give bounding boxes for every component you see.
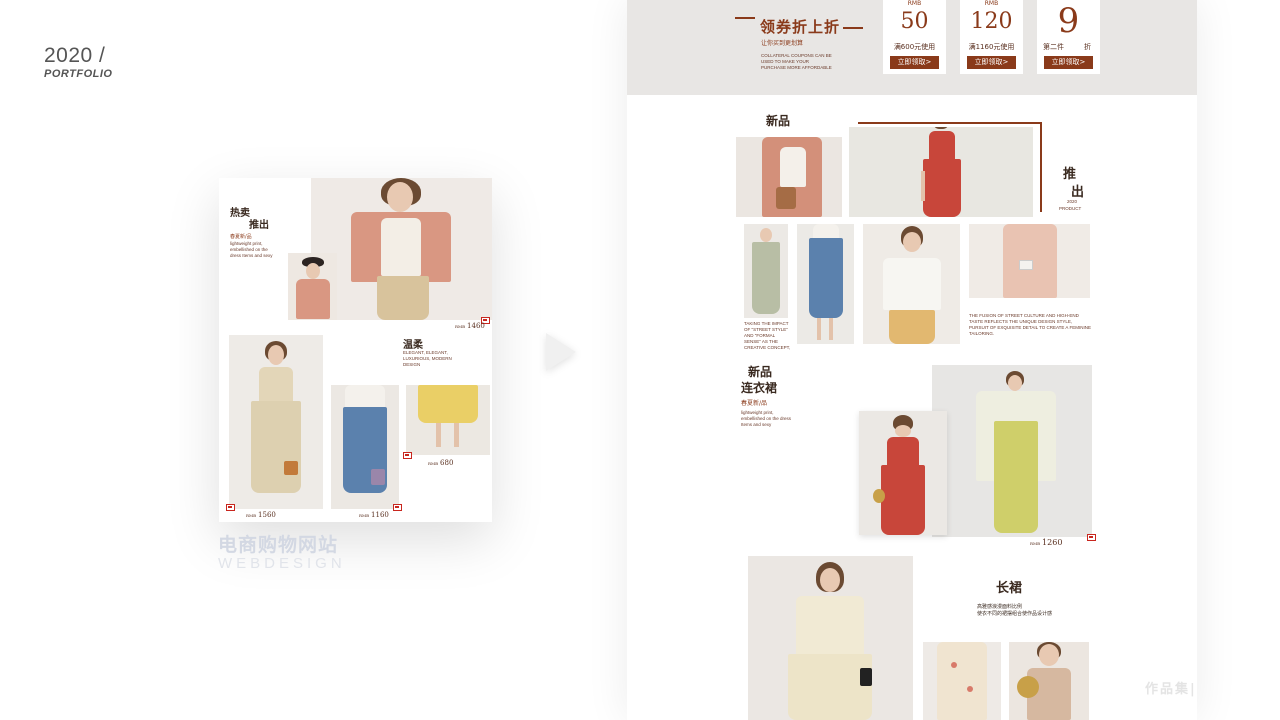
linen-dress-image: [229, 335, 323, 509]
price-3: RMB 1560: [246, 511, 276, 519]
watermark: 作品集|: [1145, 682, 1197, 697]
claim-button[interactable]: 立即领取>: [890, 56, 939, 69]
offshoulder-top-image: [863, 224, 960, 344]
red-floral-back-image: [859, 411, 947, 535]
dress-title-1: 新品: [748, 365, 773, 379]
coupon-50[interactable]: RMB 50 满600元使用 立即领取>: [883, 0, 946, 74]
hat-model-image: [288, 253, 337, 320]
banner-desc: COLLATERAL COUPONS CAN BE USED TO MAKE Y…: [761, 53, 832, 70]
banner-dash-left: [735, 17, 755, 19]
price-tag-icon: [393, 504, 402, 511]
portfolio-label: PORTFOLIO: [44, 68, 113, 80]
denim-mermaid-image: [797, 224, 854, 344]
side-title-1: 推: [1063, 167, 1077, 182]
price-tag-icon: [226, 504, 235, 511]
card-caption-en: WEBDESIGN: [218, 555, 346, 572]
denim-skirt-image: [331, 385, 399, 509]
hot-title-line2: 推出: [249, 220, 269, 231]
sage-dress-image: [744, 224, 788, 318]
banner-title: 领券折上折: [760, 18, 841, 36]
price-tag-icon: [403, 452, 412, 459]
coupon-banner: 领券折上折 让你买到更划算 COLLATERAL COUPONS CAN BE …: [627, 0, 1197, 95]
price-tag-icon: [1087, 534, 1096, 541]
claim-button[interactable]: 立即领取>: [1044, 56, 1093, 69]
pink-blouse-image: [969, 224, 1090, 298]
hot-title-line1: 热卖: [230, 208, 250, 219]
claim-button[interactable]: 立即领取>: [967, 56, 1016, 69]
card-caption-cn: 电商购物网站: [218, 534, 339, 556]
dress-season-label: 春夏新/品: [741, 400, 768, 407]
webpage-preview[interactable]: 领券折上折 让你买到更划算 COLLATERAL COUPONS CAN BE …: [627, 0, 1197, 720]
price-4: RMB 1160: [359, 511, 389, 519]
price-2: RMB 680: [428, 459, 454, 467]
pink-jacket-image: [736, 137, 842, 217]
basket-bag-image: [1009, 642, 1089, 720]
hot-season-label: 春夏新/品: [230, 234, 252, 240]
play-arrow-icon[interactable]: [546, 333, 576, 371]
banner-dash-right: [843, 27, 863, 29]
portfolio-year: 2020 /: [44, 44, 106, 67]
dress-price: RMB 1260: [1030, 538, 1063, 547]
yellow-skirt-image: [406, 385, 490, 455]
frame-border-right: [1040, 122, 1042, 212]
coupon-9[interactable]: 9 第二件 折 立即领取>: [1037, 0, 1100, 74]
green-dress-image: [932, 365, 1092, 537]
dress-title-2: 连衣裙: [741, 381, 778, 395]
floral-dress-image: [849, 127, 1033, 217]
long-desc-1: 高雅感浪漫面料比例: [977, 604, 1023, 610]
side-title-2: 出: [1071, 185, 1085, 200]
gentle-title: 温柔: [403, 340, 423, 351]
side-year: 2020: [1067, 199, 1078, 204]
coupon-120[interactable]: RMB 120 满1160元使用 立即领取>: [960, 0, 1023, 74]
banner-subtitle: 让你买到更划算: [761, 40, 804, 47]
gentle-desc: ELEGANT, ELEGANT, LUXURIOUS, MODERN DESI…: [403, 350, 452, 367]
hot-desc: lightweight print, embellished on the dr…: [230, 241, 273, 258]
floral-long-dress-image: [923, 642, 1001, 720]
new-desc-left: TAKING THE IMPACT OF "STREET STYLE" AND …: [744, 321, 791, 350]
dress-desc: lightweight print, embellished on the dr…: [741, 410, 792, 427]
side-en: PRODUCT: [1059, 206, 1082, 211]
mockup-card[interactable]: 热卖 推出 春夏新/品 lightweight print, embellish…: [219, 178, 492, 522]
new-title: 新品: [766, 114, 791, 128]
chiffon-dress-image: [748, 556, 913, 720]
hero-model-image: [311, 178, 492, 320]
new-desc-right: THE FUSION OF STREET CULTURE AND HIGH-EN…: [969, 313, 1091, 336]
long-title: 长裙: [996, 581, 1023, 596]
price-1: RMB 1460: [455, 322, 485, 330]
long-desc-2: 使衣不同的裙摆组合使作品设计感: [977, 611, 1053, 617]
